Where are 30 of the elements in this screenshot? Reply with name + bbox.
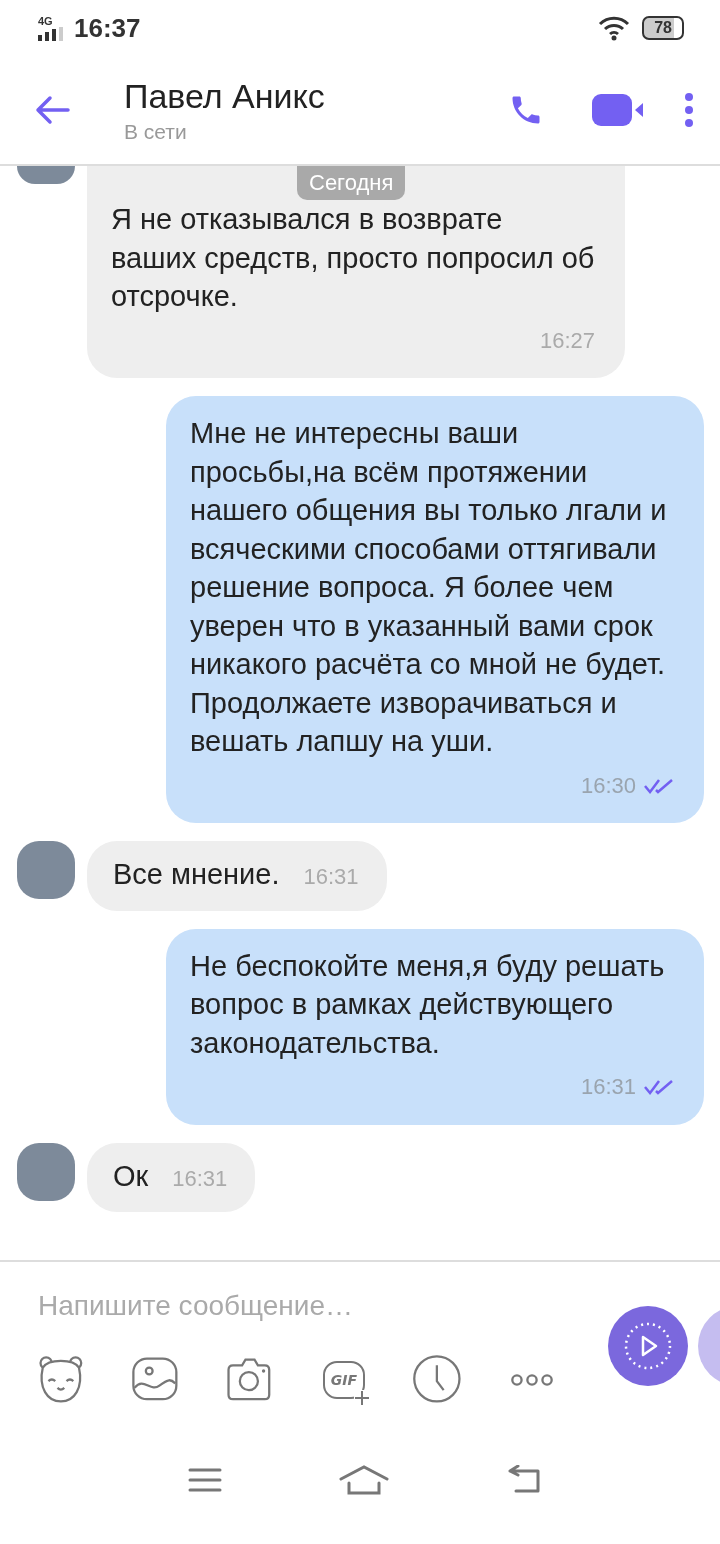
message-time: 16:31 bbox=[303, 863, 359, 891]
network-type-label: 4G bbox=[38, 15, 53, 27]
avatar-placeholder[interactable] bbox=[17, 166, 75, 184]
menu-icon[interactable] bbox=[188, 1467, 223, 1493]
vertical-dots-icon bbox=[684, 93, 694, 127]
schedule-button[interactable] bbox=[412, 1354, 464, 1406]
presence-status: В сети bbox=[124, 119, 187, 144]
three-dots-icon bbox=[510, 1373, 554, 1387]
video-camera-icon bbox=[592, 94, 644, 126]
message-time: 16:31 bbox=[172, 1164, 228, 1193]
back-arrow-icon bbox=[34, 95, 70, 125]
message-time: 16:27 bbox=[539, 326, 595, 355]
message-time: 16:30 bbox=[580, 771, 636, 800]
message-text: Мне не интересны ваши просьбы,на всём протяжении нашего общения вы только лгали и всяческими способами оттягивали решение вопроса. Я более чем уверен что в указанный вами срок никакого расчёта со мной не будет. Продолжаете изворачиваться и вешать лапшу на уши. bbox=[190, 416, 668, 759]
home-icon[interactable] bbox=[339, 1465, 389, 1495]
contact-name[interactable]: Павел Аникс bbox=[124, 76, 325, 116]
message-time: 16:31 bbox=[580, 1073, 636, 1101]
battery-indicator: 78 bbox=[642, 16, 684, 40]
avatar-placeholder[interactable] bbox=[17, 841, 75, 899]
dotted-play-icon bbox=[623, 1321, 673, 1371]
message-text: Все мнение. bbox=[113, 857, 280, 892]
status-time: 16:37 bbox=[74, 12, 141, 44]
message-text: Не беспокойте меня,я буду решать вопрос в рамках действующего законодательства. bbox=[190, 948, 666, 1061]
clock-icon bbox=[412, 1354, 464, 1406]
message-input[interactable]: Напишите сообщение… bbox=[38, 1282, 558, 1330]
date-separator: Сегодня bbox=[297, 166, 406, 200]
message-text: Я не отказывался в возврате ваших средств, просто попросил об отсрочке. bbox=[111, 202, 595, 314]
avatar-placeholder[interactable] bbox=[17, 1142, 75, 1201]
message-text: Ок bbox=[113, 1158, 149, 1194]
wifi-icon bbox=[598, 15, 631, 41]
